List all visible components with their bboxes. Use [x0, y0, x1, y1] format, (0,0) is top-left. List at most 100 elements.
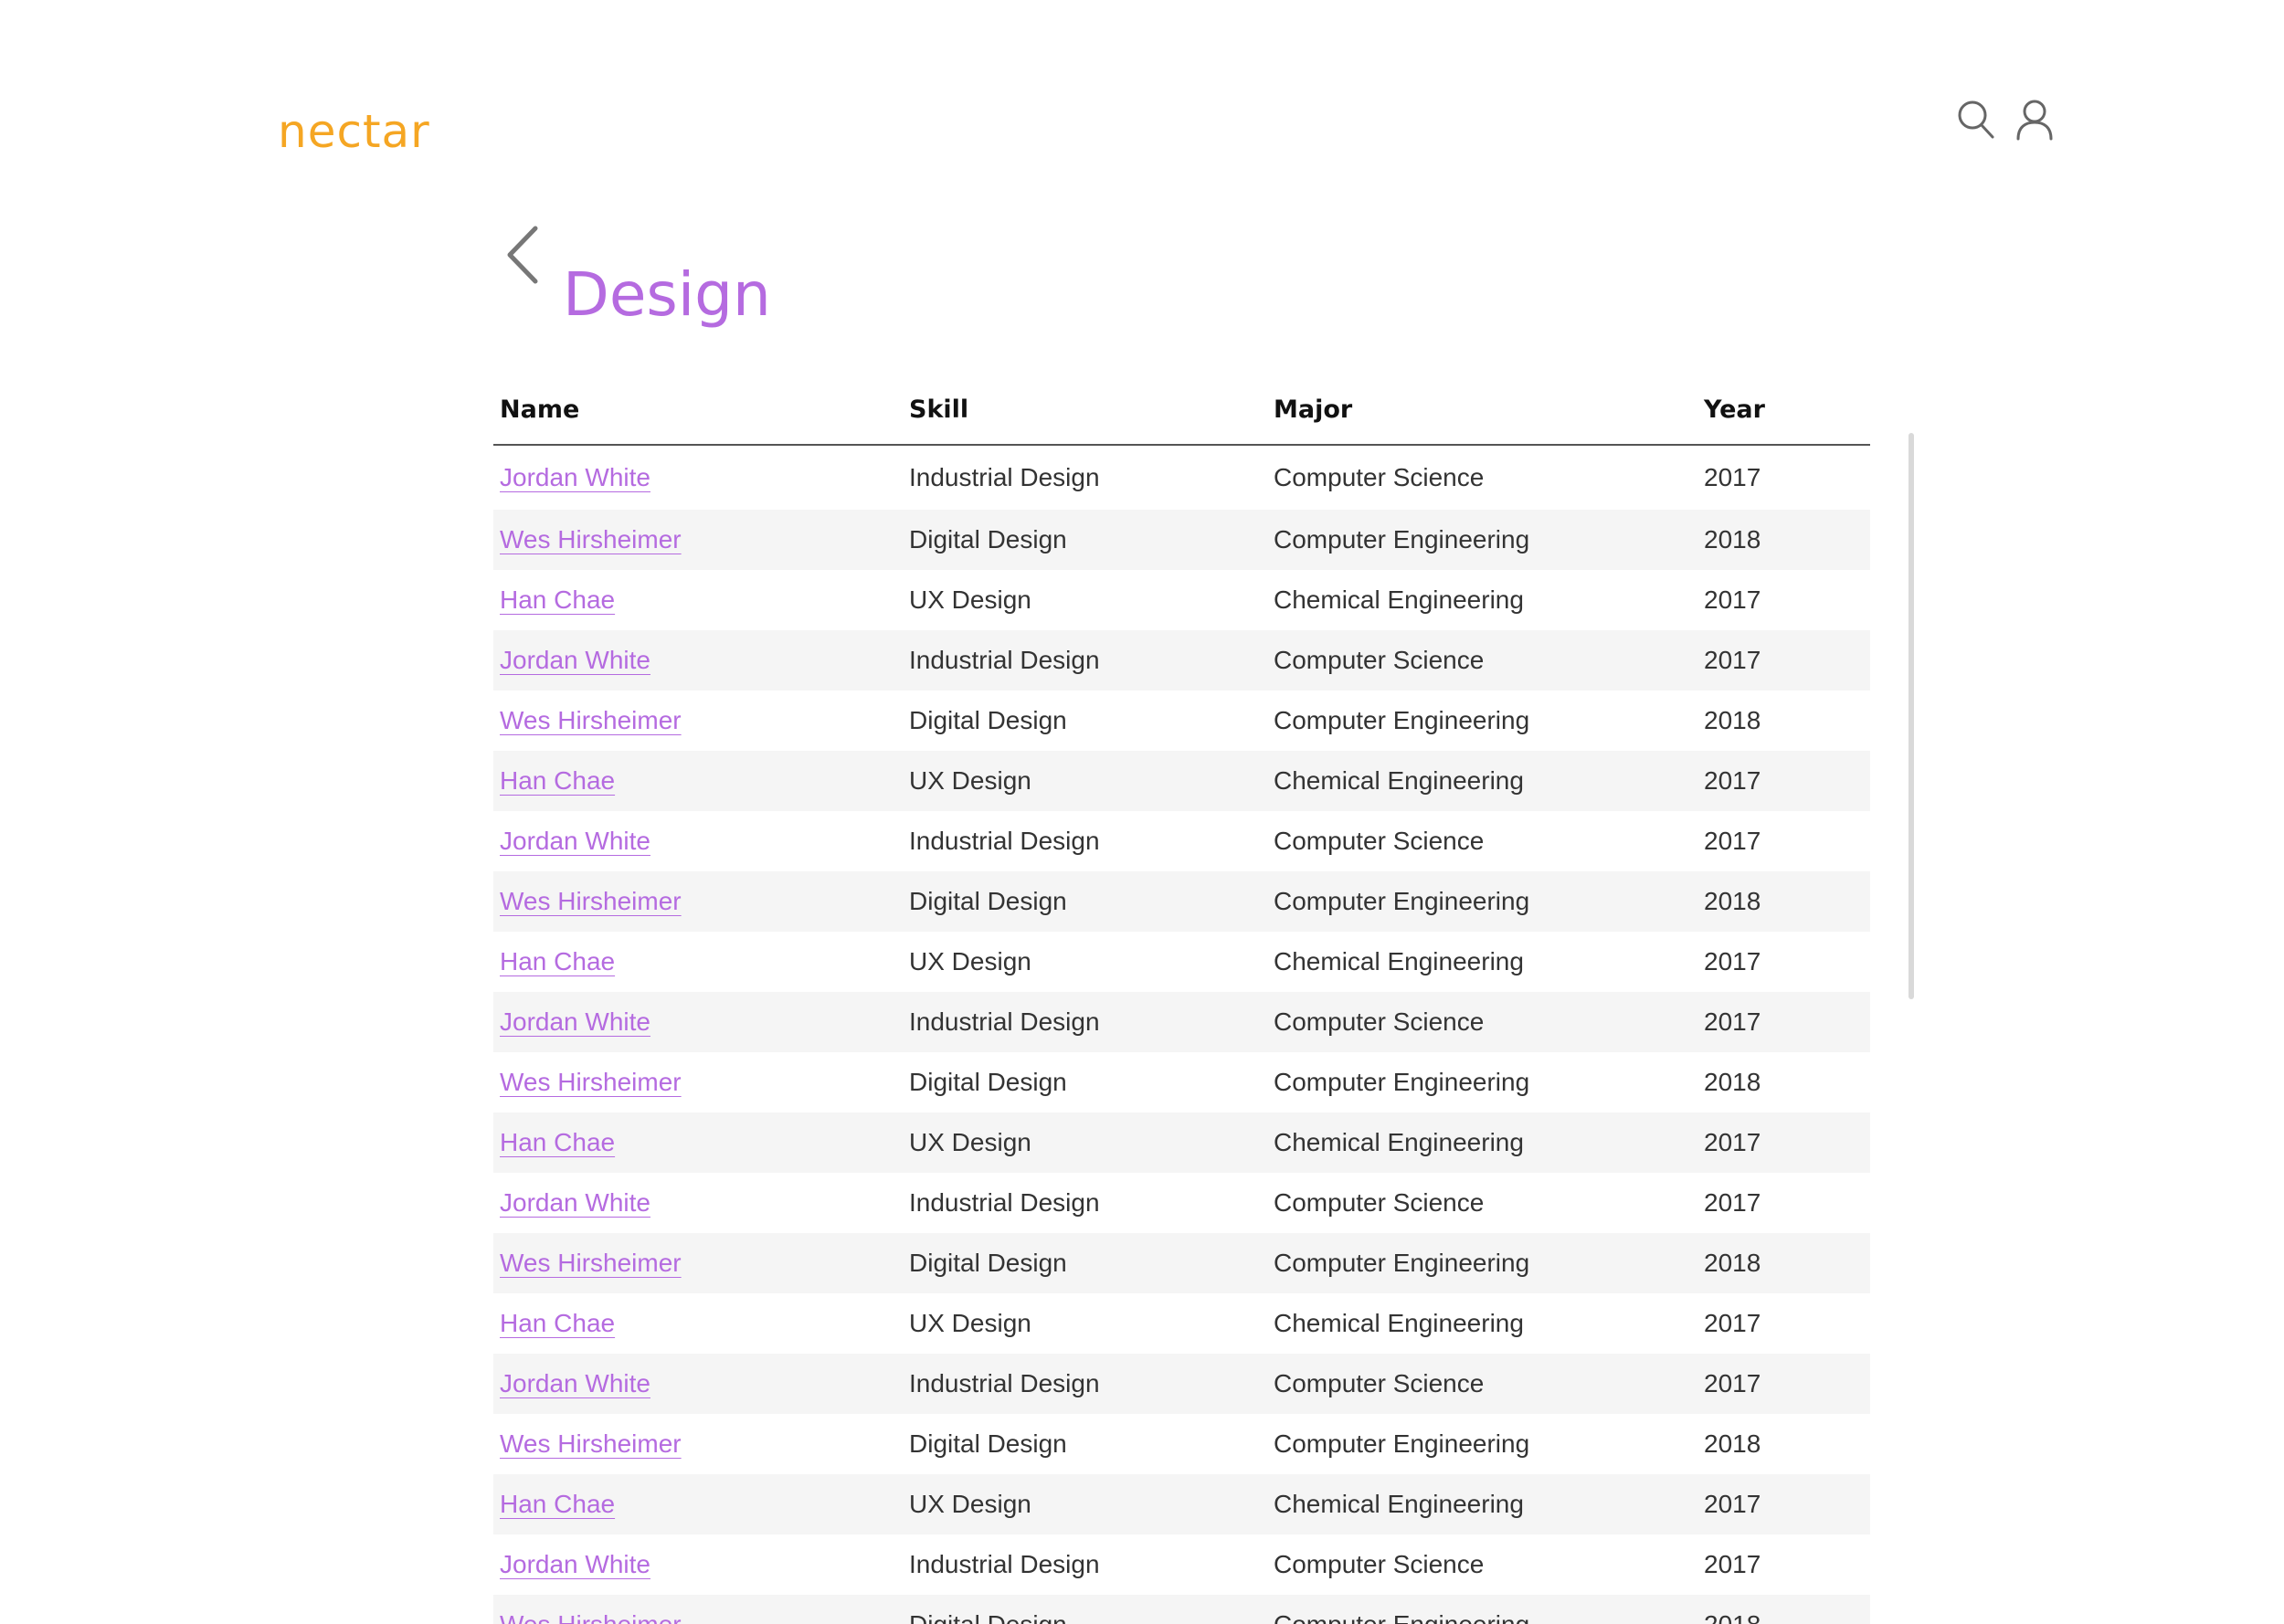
table-cell-year: 2017: [1697, 445, 1870, 510]
row-skill: UX Design: [909, 766, 1031, 795]
row-major: Computer Science: [1274, 1007, 1485, 1036]
table-cell-major: Computer Engineering: [1267, 1052, 1697, 1113]
table-cell-name: Han Chae: [493, 751, 903, 811]
row-name-link[interactable]: Han Chae: [500, 1309, 615, 1337]
table-cell-year: 2017: [1697, 751, 1870, 811]
brand-logo[interactable]: nectar: [278, 102, 430, 161]
column-header-skill[interactable]: Skill: [903, 374, 1267, 446]
row-year: 2017: [1704, 766, 1761, 795]
table-cell-name: Jordan White: [493, 1354, 903, 1414]
table-row: Han Chae UX Design Chemical Engineering 201…: [493, 1474, 1870, 1534]
table-header-row: Name Skill Major Year: [493, 374, 1870, 446]
table-cell-major: Computer Science: [1267, 992, 1697, 1052]
search-icon[interactable]: [1955, 97, 1997, 142]
row-name-link[interactable]: Jordan White: [500, 1188, 650, 1217]
row-major: Computer Science: [1274, 827, 1485, 855]
back-button[interactable]: [501, 223, 546, 287]
row-name-link[interactable]: Wes Hirsheimer: [500, 525, 682, 554]
table-cell-skill: UX Design: [903, 1474, 1267, 1534]
table-row: Han Chae UX Design Chemical Engineering 201…: [493, 932, 1870, 992]
row-major: Chemical Engineering: [1274, 766, 1524, 795]
column-header-major[interactable]: Major: [1267, 374, 1697, 446]
row-name-link[interactable]: Han Chae: [500, 766, 615, 795]
table-cell-name: Wes Hirsheimer: [493, 691, 903, 751]
row-skill: Industrial Design: [909, 1188, 1100, 1217]
table-cell-skill: UX Design: [903, 751, 1267, 811]
row-year: 2018: [1704, 1068, 1761, 1096]
table-row: Jordan White Industrial Design Computer Sc…: [493, 811, 1870, 871]
row-skill: UX Design: [909, 947, 1031, 975]
table-cell-skill: Digital Design: [903, 691, 1267, 751]
table-cell-year: 2017: [1697, 1534, 1870, 1595]
row-name-link[interactable]: Jordan White: [500, 1007, 650, 1036]
row-name-link[interactable]: Han Chae: [500, 947, 615, 975]
table-cell-name: Han Chae: [493, 1293, 903, 1354]
row-skill: Digital Design: [909, 525, 1067, 554]
table-cell-name: Wes Hirsheimer: [493, 871, 903, 932]
row-skill: Industrial Design: [909, 827, 1100, 855]
row-name-link[interactable]: Jordan White: [500, 827, 650, 855]
row-name-link[interactable]: Wes Hirsheimer: [500, 1610, 682, 1624]
row-name-link[interactable]: Han Chae: [500, 585, 615, 614]
column-header-name[interactable]: Name: [493, 374, 903, 446]
table-cell-name: Jordan White: [493, 445, 903, 510]
table-row: Wes Hirsheimer Digital Design Computer Eng…: [493, 871, 1870, 932]
row-skill: Digital Design: [909, 1610, 1067, 1624]
table-cell-year: 2018: [1697, 1414, 1870, 1474]
table-cell-name: Han Chae: [493, 1474, 903, 1534]
table-cell-year: 2018: [1697, 1233, 1870, 1293]
row-name-link[interactable]: Wes Hirsheimer: [500, 1068, 682, 1096]
row-year: 2017: [1704, 1188, 1761, 1217]
table-cell-skill: UX Design: [903, 1113, 1267, 1173]
row-name-link[interactable]: Han Chae: [500, 1490, 615, 1518]
table-cell-skill: Industrial Design: [903, 1173, 1267, 1233]
table-cell-major: Computer Science: [1267, 811, 1697, 871]
row-name-link[interactable]: Wes Hirsheimer: [500, 1429, 682, 1458]
table-row: Han Chae UX Design Chemical Engineering 201…: [493, 751, 1870, 811]
row-year: 2018: [1704, 706, 1761, 734]
table-row: Han Chae UX Design Chemical Engineering 201…: [493, 570, 1870, 630]
row-skill: Digital Design: [909, 1249, 1067, 1277]
row-name-link[interactable]: Wes Hirsheimer: [500, 706, 682, 734]
table-row: Han Chae UX Design Chemical Engineering 201…: [493, 1113, 1870, 1173]
table-cell-major: Computer Engineering: [1267, 510, 1697, 570]
row-year: 2017: [1704, 585, 1761, 614]
row-name-link[interactable]: Jordan White: [500, 463, 650, 491]
row-skill: UX Design: [909, 1309, 1031, 1337]
row-year: 2017: [1704, 1369, 1761, 1397]
row-major: Computer Engineering: [1274, 525, 1530, 554]
table-row: Wes Hirsheimer Digital Design Computer Eng…: [493, 1052, 1870, 1113]
row-major: Chemical Engineering: [1274, 1128, 1524, 1156]
row-name-link[interactable]: Jordan White: [500, 1369, 650, 1397]
row-name-link[interactable]: Wes Hirsheimer: [500, 1249, 682, 1277]
column-header-year[interactable]: Year: [1697, 374, 1870, 446]
table-cell-name: Jordan White: [493, 1534, 903, 1595]
row-name-link[interactable]: Jordan White: [500, 646, 650, 674]
table-cell-major: Computer Science: [1267, 1173, 1697, 1233]
row-year: 2017: [1704, 947, 1761, 975]
row-name-link[interactable]: Jordan White: [500, 1550, 650, 1578]
row-skill: Digital Design: [909, 1429, 1067, 1458]
row-major: Computer Engineering: [1274, 887, 1530, 915]
table-scrollbar[interactable]: [1909, 433, 1914, 999]
row-name-link[interactable]: Wes Hirsheimer: [500, 887, 682, 915]
table-cell-year: 2017: [1697, 1474, 1870, 1534]
table-cell-year: 2017: [1697, 1173, 1870, 1233]
table-row: Wes Hirsheimer Digital Design Computer Eng…: [493, 1233, 1870, 1293]
row-year: 2018: [1704, 1249, 1761, 1277]
user-icon[interactable]: [2014, 97, 2056, 142]
row-major: Computer Engineering: [1274, 1068, 1530, 1096]
table-row: Jordan White Industrial Design Computer Sc…: [493, 992, 1870, 1052]
row-major: Chemical Engineering: [1274, 1490, 1524, 1518]
table-cell-skill: Industrial Design: [903, 992, 1267, 1052]
row-skill: Industrial Design: [909, 1007, 1100, 1036]
table-row: Wes Hirsheimer Digital Design Computer Eng…: [493, 691, 1870, 751]
table-row: Jordan White Industrial Design Computer Sc…: [493, 1173, 1870, 1233]
table-cell-skill: Digital Design: [903, 1595, 1267, 1624]
table-cell-skill: Industrial Design: [903, 811, 1267, 871]
table-cell-skill: Digital Design: [903, 510, 1267, 570]
table-cell-name: Han Chae: [493, 1113, 903, 1173]
table-cell-name: Wes Hirsheimer: [493, 1414, 903, 1474]
table-row: Jordan White Industrial Design Computer Sc…: [493, 445, 1870, 510]
row-name-link[interactable]: Han Chae: [500, 1128, 615, 1156]
